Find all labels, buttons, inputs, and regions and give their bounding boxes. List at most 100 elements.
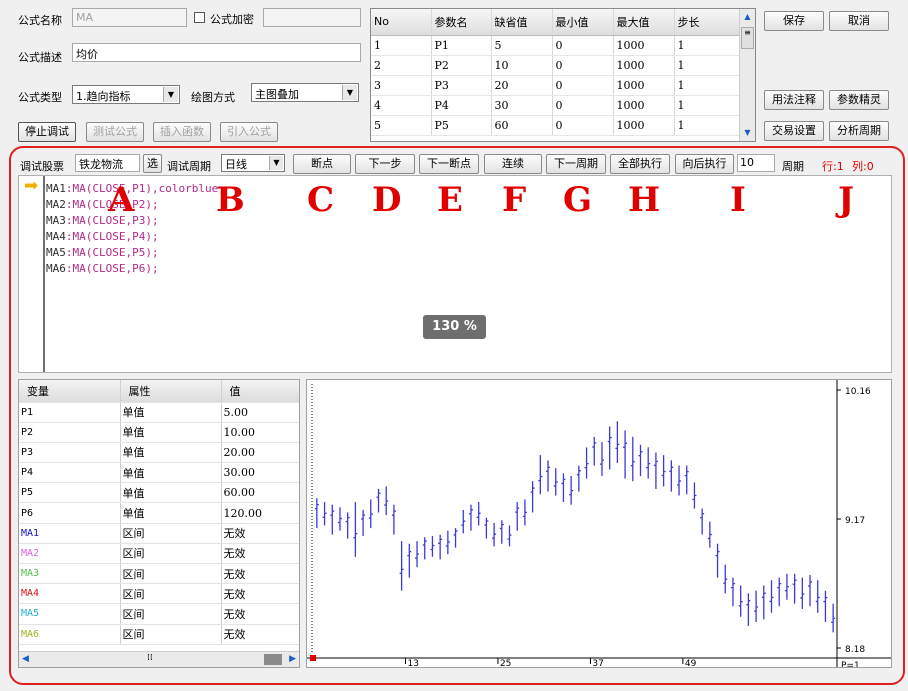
ohlc-bar (484, 517, 489, 539)
insert-function-button[interactable]: 插入函数 (153, 122, 211, 142)
vars-hscrollbar[interactable]: ◀ ⁞⁞ ▶ (19, 651, 299, 667)
vars-cell-attr: 区间 (120, 624, 222, 645)
ohlc-bar (361, 509, 366, 536)
formula-desc-field[interactable]: 均价 (72, 43, 361, 62)
scroll-up-icon[interactable]: ▲ (740, 9, 755, 25)
ohlc-bar (815, 580, 820, 613)
vars-row[interactable]: P4 单值 30.00 (19, 462, 299, 484)
select-stock-button[interactable]: 选 (143, 154, 162, 173)
vars-row[interactable]: P6 单值 120.00 (19, 502, 299, 524)
y-tick-label: 9.17 (845, 516, 865, 526)
run-all-button[interactable]: 全部执行 (610, 154, 670, 174)
vars-row[interactable]: P2 单值 10.00 (19, 422, 299, 443)
params-cell: 1 (674, 115, 740, 136)
run-forward-button[interactable]: 向后执行 (675, 154, 734, 174)
continue-button[interactable]: 连续 (484, 154, 542, 174)
draw-mode-select[interactable]: 主图叠加 ▼ (251, 83, 359, 102)
encrypt-password-field[interactable] (263, 8, 361, 27)
scroll-thumb[interactable] (264, 654, 282, 665)
param-wizard-button[interactable]: 参数精灵 (829, 90, 889, 110)
ohlc-bar (630, 436, 635, 482)
encrypt-checkbox[interactable] (194, 12, 205, 23)
next-step-button[interactable]: 下一步 (355, 154, 415, 174)
debug-period-label: 调试周期 (167, 160, 211, 173)
current-line-arrow-icon: ➡ (24, 176, 39, 196)
params-row[interactable]: 3 P3 20 0 1000 1 (371, 75, 740, 96)
formula-type-select[interactable]: 1.趋向指标 ▼ (72, 85, 180, 104)
vars-cell-value: 5.00 (221, 402, 299, 423)
annotation-letter-d: D (372, 180, 402, 220)
params-cell: 2 (371, 55, 432, 76)
vars-row[interactable]: MA1 区间 无效 (19, 523, 299, 544)
annotation-letter-b: B (216, 180, 245, 220)
params-row[interactable]: 5 P5 60 0 1000 1 (371, 115, 740, 136)
params-row[interactable]: 2 P2 10 0 1000 1 (371, 55, 740, 76)
params-cell: 1000 (613, 35, 675, 56)
stop-debug-button[interactable]: 停止调试 (18, 122, 76, 142)
ohlc-bar (576, 465, 581, 492)
code-line: MA4:MA(CLOSE,P4); (46, 229, 225, 245)
save-button[interactable]: 保存 (764, 11, 824, 31)
debug-period-select[interactable]: 日线 ▼ (221, 154, 285, 172)
ohlc-bar (746, 593, 751, 626)
params-row[interactable]: 4 P4 30 0 1000 1 (371, 95, 740, 116)
next-breakpoint-button[interactable]: 下一断点 (419, 154, 479, 174)
vars-row[interactable]: P5 单值 60.00 (19, 482, 299, 504)
price-chart[interactable]: 10.16 9.17 8.18 13 25 37 49 P=1 (306, 379, 892, 671)
variables-table: 变量 属性 值 P1 单值 5.00 P2 单值 10.00 P3 单值 20.00 P4 单值 30… (18, 379, 300, 668)
ohlc-bar (599, 442, 604, 476)
vars-cell-name: MA5 (19, 603, 121, 625)
ohlc-bar (638, 444, 643, 476)
import-formula-button[interactable]: 引入公式 (220, 122, 278, 142)
vars-row[interactable]: MA2 区间 无效 (19, 543, 299, 565)
params-cell: 30 (491, 95, 553, 116)
chart-corner-label: P=1 (841, 661, 860, 667)
ohlc-bar (769, 580, 774, 613)
vars-col-attr: 属性 (120, 380, 222, 403)
vars-cell-attr: 单值 (120, 422, 222, 443)
vars-cell-attr: 区间 (120, 583, 222, 605)
params-col-no: No (371, 9, 432, 36)
formula-name-field[interactable]: MA (72, 8, 187, 27)
params-scrollbar[interactable]: ▲ ≡ ▼ (739, 9, 755, 141)
scroll-thumb[interactable]: ≡ (741, 27, 754, 49)
ohlc-bar (337, 507, 342, 531)
params-cell: 0 (552, 35, 614, 56)
params-row[interactable]: 1 P1 5 0 1000 1 (371, 35, 740, 56)
test-formula-button[interactable]: 测试公式 (86, 122, 144, 142)
trade-settings-button[interactable]: 交易设置 (764, 121, 824, 141)
ohlc-bar (646, 447, 651, 479)
scroll-left-icon[interactable]: ◀ (22, 654, 29, 664)
ohlc-bar (492, 522, 497, 547)
usage-notes-button[interactable]: 用法注释 (764, 90, 824, 110)
debug-stock-field[interactable]: 铁龙物流 (75, 154, 140, 172)
scroll-right-icon[interactable]: ▶ (289, 654, 296, 664)
vars-row[interactable]: MA4 区间 无效 (19, 583, 299, 605)
ohlc-bar (445, 530, 450, 555)
params-col-max: 最大值 (613, 9, 675, 36)
annotation-letter-e: E (437, 180, 463, 220)
vars-row[interactable]: MA6 区间 无效 (19, 624, 299, 645)
params-cell: 5 (491, 35, 553, 56)
vars-row[interactable]: MA3 区间 无效 (19, 563, 299, 585)
analysis-period-button[interactable]: 分析周期 (829, 121, 889, 141)
params-cell: P2 (431, 55, 492, 76)
params-cell: 20 (491, 75, 553, 96)
ohlc-bar (569, 476, 574, 505)
params-header-row: No 参数名 缺省值 最小值 最大值 步长 (371, 9, 740, 36)
next-period-button[interactable]: 下一周期 (546, 154, 606, 174)
vars-cell-value: 30.00 (221, 462, 299, 484)
vars-row[interactable]: P1 单值 5.00 (19, 402, 299, 423)
vars-row[interactable]: P3 单值 20.00 (19, 442, 299, 464)
ohlc-bar (777, 577, 782, 607)
params-table: No 参数名 缺省值 最小值 最大值 步长 1 P1 5 0 1000 1 2 P2 10 0 10… (370, 8, 756, 142)
scroll-down-icon[interactable]: ▼ (740, 125, 755, 141)
vars-row[interactable]: MA5 区间 无效 (19, 603, 299, 625)
params-cell: 0 (552, 95, 614, 116)
forward-count-field[interactable]: 10 (737, 154, 775, 172)
ohlc-bar (538, 455, 543, 495)
breakpoint-button[interactable]: 断点 (293, 154, 351, 174)
ohlc-bar (468, 504, 473, 531)
cancel-button[interactable]: 取消 (829, 11, 889, 31)
params-cell: 1 (674, 35, 740, 56)
